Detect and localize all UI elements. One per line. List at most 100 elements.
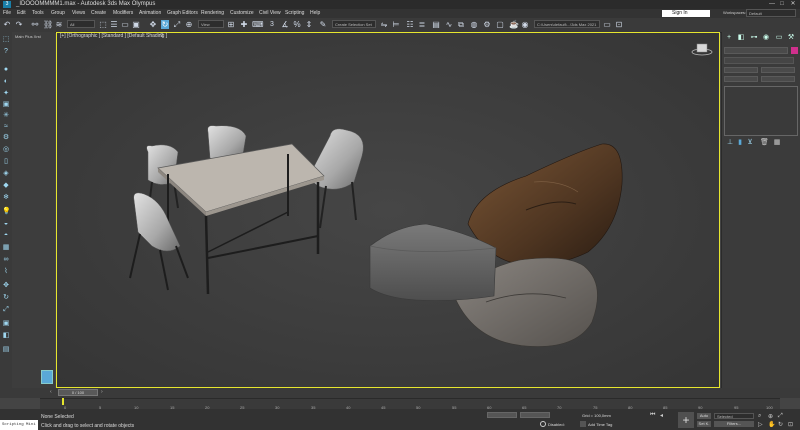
display-icon[interactable]: ▯	[2, 158, 10, 166]
lightbulb-icon[interactable]: 💡	[2, 208, 11, 216]
select-object-icon[interactable]: ⬚	[99, 20, 107, 29]
place-icon[interactable]: ⊕	[185, 20, 193, 29]
viewport-label[interactable]: [+] [Orthographic ] [Standard ] [Default…	[60, 33, 167, 39]
select-and-scale-icon[interactable]: ⤢	[173, 20, 181, 29]
menu-animation[interactable]: Animation	[139, 10, 161, 16]
named-selection-set-dropdown[interactable]: Create Selection Set	[332, 20, 376, 28]
zoom-icon[interactable]: ⌕	[758, 413, 761, 420]
utilities-icon[interactable]: ◈	[2, 170, 10, 178]
modifier-button-1[interactable]	[724, 67, 758, 73]
layer-icon[interactable]: ▦	[2, 244, 10, 252]
maximize-button[interactable]: □	[778, 1, 786, 8]
time-slider[interactable]: 0 / 100	[58, 389, 98, 396]
pivot-center-icon[interactable]: ⊞	[227, 20, 235, 29]
menu-graph-editors[interactable]: Graph Editors	[167, 10, 198, 16]
snaps-toggle-icon[interactable]: 3	[268, 20, 276, 29]
menu-help[interactable]: Help	[310, 10, 320, 16]
remove-modifier-icon[interactable]: 🗑	[760, 139, 769, 147]
time-tag-icon[interactable]	[580, 421, 586, 427]
time-slider-prev-button[interactable]: ‹	[50, 389, 56, 396]
object-color-swatch[interactable]	[791, 47, 798, 54]
field-of-view-icon[interactable]: ▷	[758, 421, 763, 428]
auto-key-button[interactable]: Auto	[697, 413, 711, 419]
project-folder-dropdown[interactable]: C:\Users\default\...\3ds Max 2021	[534, 20, 600, 28]
previous-frame-icon[interactable]: ◂	[660, 412, 663, 419]
window-crossing-icon[interactable]: ▣	[132, 20, 140, 29]
coordinate-display-x[interactable]	[487, 412, 517, 418]
spinner-snap-icon[interactable]: ⇕	[305, 20, 313, 29]
modifier-button-4[interactable]	[761, 76, 795, 82]
time-slider-next-button[interactable]: ›	[101, 389, 107, 396]
menu-customize[interactable]: Customize	[230, 10, 254, 16]
show-end-result-icon[interactable]: ▮	[736, 139, 744, 147]
motion-icon[interactable]: ◎	[2, 146, 10, 154]
set-key-icon[interactable]: +	[678, 412, 694, 428]
object-name-field[interactable]	[724, 47, 788, 54]
utilities-tab-icon[interactable]: ⚒	[787, 34, 795, 42]
keyboard-shortcut-icon[interactable]: ⌨	[252, 20, 264, 29]
minimize-button[interactable]: —	[768, 1, 776, 8]
rectangular-selection-icon[interactable]: ▭	[121, 20, 129, 29]
select-and-move-icon[interactable]: ✥	[149, 20, 157, 29]
modifier-button-3[interactable]	[724, 76, 758, 82]
viewport-config-icon[interactable]: ▤	[2, 346, 10, 354]
display-tab-icon[interactable]: ▭	[775, 34, 783, 42]
maxscript-listener[interactable]: Scripting Mini	[0, 420, 38, 430]
move-tool-icon[interactable]: ✥	[2, 282, 10, 290]
close-button[interactable]: ✕	[789, 1, 797, 8]
hierarchy-tab-icon[interactable]: ⊶	[750, 34, 758, 42]
modifier-button-2[interactable]	[761, 67, 795, 73]
sign-in-button[interactable]: Sign In	[662, 10, 710, 17]
undo-icon[interactable]: ↶	[3, 20, 11, 29]
selection-filter-dropdown[interactable]: All	[67, 20, 95, 28]
create-cameras-icon[interactable]: ▣	[2, 101, 10, 109]
menu-views[interactable]: Views	[72, 10, 85, 16]
motion-tab-icon[interactable]: ◉	[762, 34, 770, 42]
link-tool-icon[interactable]: ∞	[2, 256, 10, 264]
menu-edit[interactable]: Edit	[17, 10, 26, 16]
bind-spacewarp-icon[interactable]: ≋	[55, 20, 63, 29]
workspace-dropdown[interactable]: Default	[746, 9, 796, 17]
help-icon[interactable]: ?	[2, 48, 10, 56]
viewport-filter-icon[interactable]: ⊽	[160, 33, 164, 39]
select-tool-icon[interactable]: ⬚	[2, 36, 10, 44]
menu-scripting[interactable]: Scripting	[285, 10, 304, 16]
create-lights-icon[interactable]: ✦	[2, 90, 10, 98]
pan-icon[interactable]: ✋	[768, 421, 775, 428]
menu-create[interactable]: Create	[91, 10, 106, 16]
menu-group[interactable]: Group	[51, 10, 65, 16]
modify-tab-icon[interactable]: ◧	[737, 34, 745, 42]
rendered-frame-window-icon[interactable]: ▢	[496, 20, 504, 29]
viewport[interactable]	[56, 32, 720, 388]
key-filters-button[interactable]: Filters...	[714, 421, 754, 427]
angle-snap-icon[interactable]: ∡	[281, 20, 289, 29]
set-key-button[interactable]: Set K.	[697, 421, 711, 427]
menu-file[interactable]: File	[3, 10, 11, 16]
menu-tools[interactable]: Tools	[32, 10, 44, 16]
go-to-start-icon[interactable]: ⏮	[650, 412, 655, 419]
isolate-icon[interactable]: ◆	[2, 182, 10, 190]
material-editor-icon[interactable]: ◍	[470, 20, 478, 29]
create-tab-icon[interactable]: +	[725, 34, 733, 42]
configure-modifier-sets-icon[interactable]: ▦	[773, 139, 781, 147]
project-folder-icon[interactable]: ▭	[603, 20, 611, 29]
rotate-tool-icon[interactable]: ↻	[2, 294, 10, 302]
view-tool-icon[interactable]: ▣	[2, 320, 10, 328]
modifier-stack-list[interactable]	[724, 86, 798, 136]
menu-modifiers[interactable]: Modifiers	[113, 10, 133, 16]
bone-icon[interactable]: ⌇	[2, 268, 10, 276]
select-and-rotate-icon[interactable]: ↻	[161, 20, 169, 29]
maximize-viewport-icon[interactable]: ⊡	[788, 421, 793, 428]
unhide-icon[interactable]: ◓	[2, 232, 10, 240]
pin-stack-icon[interactable]: ⊥	[726, 139, 734, 147]
space-warps-icon[interactable]: ≈	[2, 123, 10, 131]
mirror-icon[interactable]: ⇋	[380, 20, 388, 29]
menu-rendering[interactable]: Rendering	[201, 10, 224, 16]
render-iterative-icon[interactable]: ◉	[521, 20, 529, 29]
edit-named-selection-icon[interactable]: ✎	[319, 20, 327, 29]
asset-tracking-icon[interactable]: ⊡	[615, 20, 623, 29]
render-tool-icon[interactable]: ◧	[2, 332, 10, 340]
select-manipulate-icon[interactable]: ✚	[240, 20, 248, 29]
link-icon[interactable]: ⚯	[31, 20, 39, 29]
select-by-name-icon[interactable]: ☰	[110, 20, 118, 29]
